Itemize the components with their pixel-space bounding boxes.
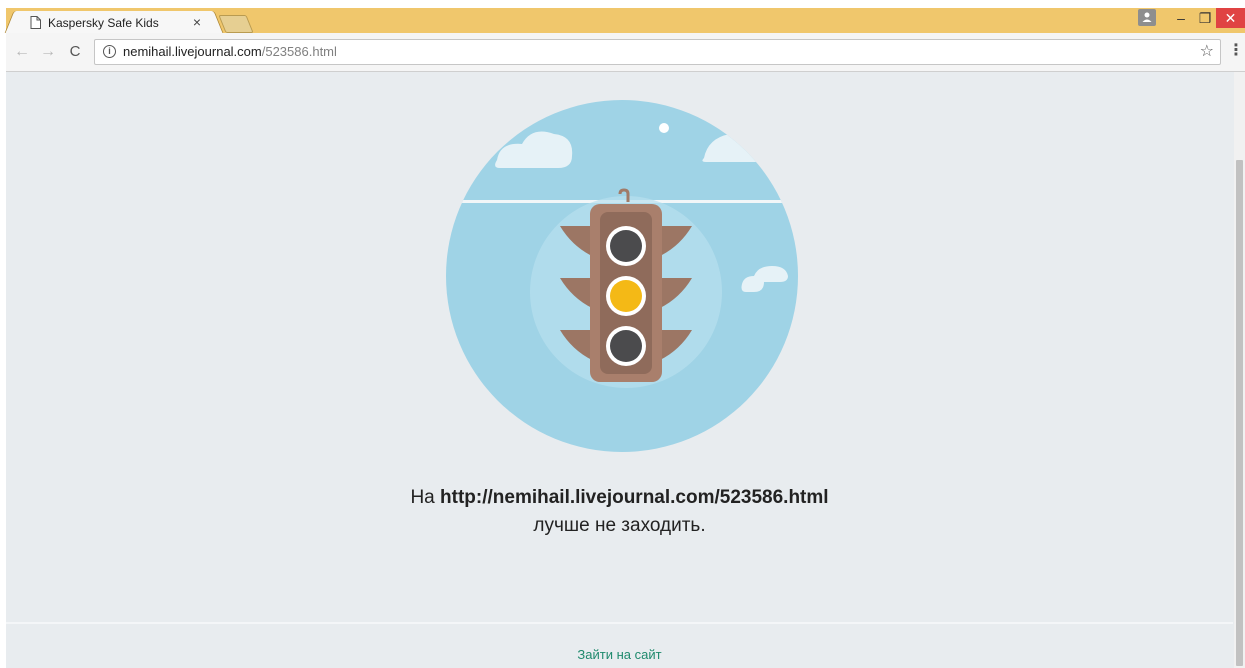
url-path: /523586.html	[261, 44, 337, 59]
title-bar: Kaspersky Safe Kids × – ❐ ✕	[6, 8, 1245, 33]
message-prefix: На	[410, 487, 441, 508]
url-text[interactable]: nemihail.livejournal.com/523586.html	[123, 44, 337, 59]
minimize-button[interactable]: –	[1169, 8, 1193, 28]
blocked-page: На http://nemihail.livejournal.com/52358…	[6, 72, 1233, 668]
message-line-2: лучше не заходить.	[533, 515, 706, 536]
person-icon	[1142, 12, 1152, 22]
profile-button[interactable]	[1138, 9, 1156, 26]
scroll-thumb[interactable]	[1236, 160, 1243, 666]
blocked-url: http://nemihail.livejournal.com/523586.h…	[440, 487, 829, 508]
browser-menu-icon[interactable]: ⋮	[1228, 42, 1244, 60]
browser-tab[interactable]: Kaspersky Safe Kids ×	[16, 11, 212, 33]
maximize-button[interactable]: ❐	[1193, 8, 1217, 28]
forward-button[interactable]: →	[39, 43, 57, 61]
browser-toolbar: ← → C i nemihail.livejournal.com/523586.…	[6, 33, 1245, 72]
page-icon	[30, 16, 41, 29]
cloud-icon	[495, 131, 573, 168]
close-tab-icon[interactable]: ×	[190, 14, 204, 30]
footer-divider	[6, 622, 1233, 624]
traffic-light-illustration	[446, 100, 798, 452]
info-icon[interactable]: i	[103, 45, 116, 58]
address-bar[interactable]: i nemihail.livejournal.com/523586.html ☆	[94, 39, 1221, 65]
block-message: На http://nemihail.livejournal.com/52358…	[6, 484, 1233, 540]
visit-site-link[interactable]: Зайти на сайт	[6, 647, 1233, 662]
tab-title: Kaspersky Safe Kids	[48, 16, 159, 30]
browser-window: Kaspersky Safe Kids × – ❐ ✕ ← → C i nemi…	[6, 8, 1245, 668]
message-line-1: На http://nemihail.livejournal.com/52358…	[6, 484, 1233, 512]
reload-button[interactable]: C	[66, 43, 84, 61]
url-host: nemihail.livejournal.com	[123, 44, 262, 59]
back-button[interactable]: ←	[13, 43, 31, 61]
new-tab-button[interactable]	[218, 15, 254, 33]
bookmark-star-icon[interactable]: ☆	[1200, 41, 1214, 61]
scrollbar[interactable]	[1234, 72, 1245, 668]
close-window-button[interactable]: ✕	[1216, 8, 1245, 28]
